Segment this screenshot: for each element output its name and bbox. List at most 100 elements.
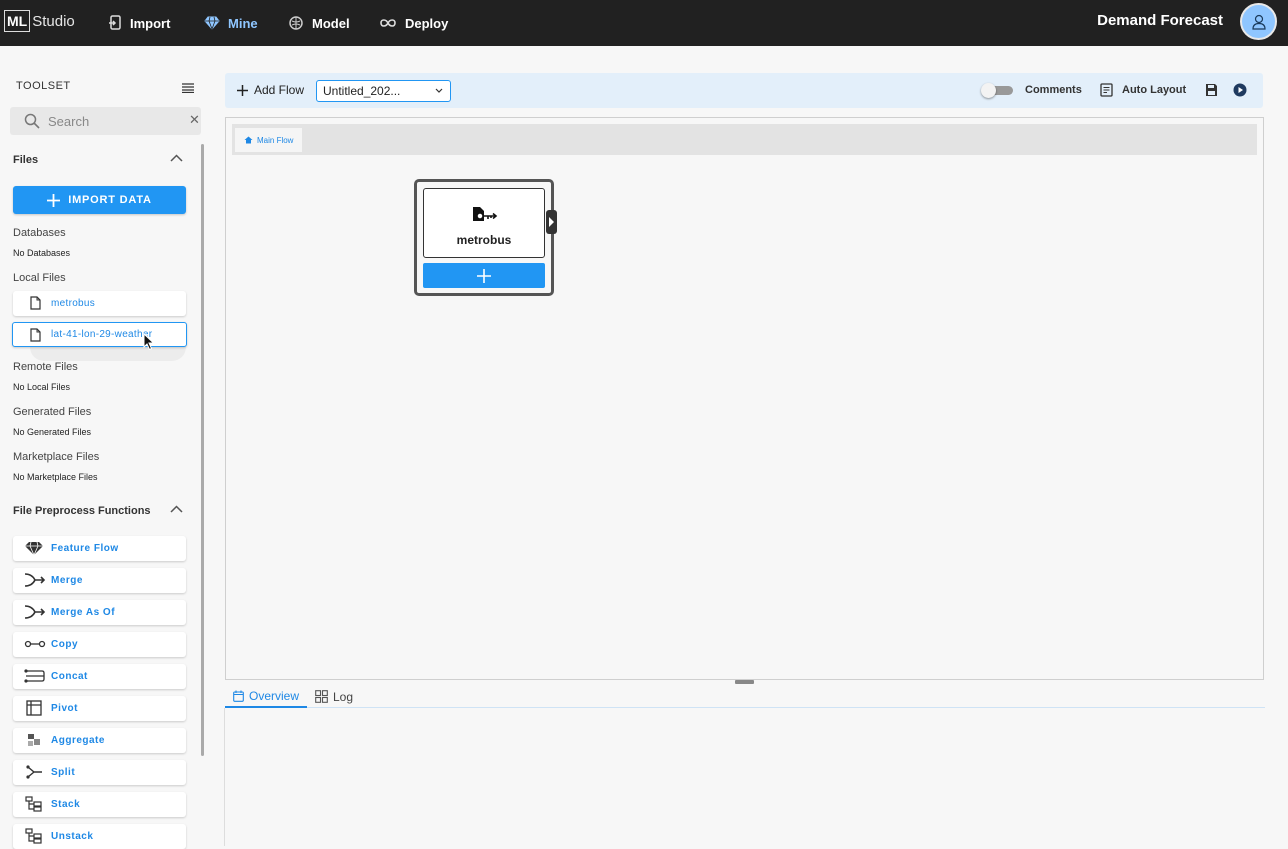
plus-icon (47, 193, 61, 207)
function-feature-flow[interactable]: Feature Flow (13, 536, 186, 561)
node-add-button[interactable] (423, 263, 545, 288)
function-unstack[interactable]: Unstack (13, 824, 186, 849)
flow-node[interactable]: metrobus (414, 179, 557, 296)
function-label: Aggregate (51, 735, 105, 746)
function-split[interactable]: Split (13, 760, 186, 785)
clear-search-icon[interactable]: ✕ (189, 112, 200, 128)
comments-label: Comments (1025, 84, 1082, 96)
local-file-item[interactable]: metrobus (13, 291, 186, 316)
local-file-item-selected[interactable]: lat-41-lon-29-weather (12, 322, 187, 347)
search-input[interactable] (48, 111, 168, 131)
local-files-label: Local Files (13, 272, 66, 284)
import-icon (109, 15, 121, 30)
toggle-knob (981, 83, 996, 98)
comments-toggle[interactable] (981, 83, 1013, 98)
unstack-icon (25, 828, 42, 844)
app-logo[interactable]: ML Studio (4, 9, 75, 33)
file-icon (30, 296, 41, 310)
logo-text: Studio (32, 12, 75, 30)
node-output-port[interactable] (546, 210, 557, 234)
flow-select[interactable]: Untitled_202... (316, 80, 451, 102)
nav-import-label: Import (130, 15, 171, 31)
brain-icon (289, 16, 303, 30)
chevron-right-icon (549, 217, 554, 227)
search-icon (24, 113, 40, 129)
tab-overview-label: Overview (249, 688, 300, 703)
generated-files-empty: No Generated Files (13, 427, 92, 437)
stack-icon (25, 796, 42, 812)
function-label: Copy (51, 639, 78, 650)
function-concat[interactable]: Concat (13, 664, 186, 689)
top-bar: ML Studio Import Mine Model Deploy Deman… (0, 0, 1288, 46)
breadcrumb-bar: Main Flow (232, 124, 1257, 155)
function-label: Concat (51, 671, 88, 682)
preprocess-section-header[interactable]: File Preprocess Functions (13, 505, 151, 517)
chevron-up-icon[interactable] (170, 154, 183, 162)
menu-icon[interactable] (182, 80, 194, 98)
add-flow-label: Add Flow (254, 83, 305, 97)
add-flow-button[interactable]: Add Flow (237, 83, 304, 97)
plus-icon (237, 84, 248, 96)
function-aggregate[interactable]: Aggregate (13, 728, 186, 753)
flow-toolbar: Add Flow Untitled_202... Comments Auto L… (225, 73, 1263, 108)
function-label: Merge (51, 575, 83, 586)
node-label: metrobus (456, 233, 512, 247)
generated-files-label: Generated Files (13, 406, 92, 418)
function-copy[interactable]: Copy (13, 632, 186, 657)
auto-layout-button[interactable]: Auto Layout (1100, 83, 1186, 97)
toolset-title: TOOLSET (16, 80, 71, 92)
function-merge-as-of[interactable]: Merge As Of (13, 600, 186, 625)
drag-shadow (30, 347, 186, 361)
calendar-icon (233, 690, 244, 702)
chevron-up-icon[interactable] (170, 505, 183, 513)
tab-log-label: Log (333, 689, 354, 704)
home-icon (244, 136, 253, 144)
mouse-cursor-icon (143, 333, 155, 351)
function-stack[interactable]: Stack (13, 792, 186, 817)
import-data-label: IMPORT DATA (68, 194, 152, 206)
databases-label: Databases (13, 227, 66, 239)
databases-empty: No Databases (13, 248, 71, 258)
function-label: Split (51, 767, 76, 778)
flow-canvas[interactable]: Main Flow metrobus (225, 117, 1264, 680)
local-file-label: lat-41-lon-29-weather (51, 329, 153, 340)
remote-files-empty: No Local Files (13, 382, 71, 392)
function-label: Feature Flow (51, 543, 119, 554)
function-pivot[interactable]: Pivot (13, 696, 186, 721)
pivot-icon (26, 700, 42, 716)
logo-mark: ML (4, 10, 31, 32)
aggregate-icon (28, 734, 40, 746)
files-section-header[interactable]: Files (13, 154, 38, 166)
function-label: Merge As Of (51, 607, 116, 618)
node-body[interactable]: metrobus (423, 188, 545, 258)
function-label: Stack (51, 799, 81, 810)
save-icon[interactable] (1205, 83, 1218, 97)
sidebar-scrollbar[interactable] (201, 144, 204, 756)
breadcrumb-main-flow[interactable]: Main Flow (235, 128, 303, 152)
chevron-down-icon (435, 88, 443, 93)
flow-select-value: Untitled_202... (323, 84, 401, 98)
tab-log[interactable]: Log (315, 685, 353, 708)
nav-deploy[interactable]: Deploy (379, 0, 448, 46)
remote-files-label: Remote Files (13, 361, 78, 373)
nav-mine[interactable]: Mine (204, 0, 258, 46)
play-icon[interactable] (1233, 83, 1247, 97)
panel-resize-handle[interactable] (735, 680, 754, 684)
nav-model[interactable]: Model (288, 0, 350, 46)
bottom-tabs: Overview Log (225, 685, 1265, 708)
plus-icon (477, 268, 491, 283)
import-data-button[interactable]: IMPORT DATA (13, 186, 186, 214)
user-avatar[interactable] (1240, 3, 1277, 40)
tab-overview[interactable]: Overview (225, 685, 308, 708)
copy-icon (24, 640, 46, 648)
breadcrumb-label: Main Flow (257, 135, 294, 145)
grid-icon (315, 690, 328, 703)
nav-mine-label: Mine (228, 15, 258, 31)
project-title: Demand Forecast (1097, 12, 1223, 29)
marketplace-files-empty: No Marketplace Files (13, 472, 98, 482)
search-box: ✕ (10, 107, 201, 135)
nav-import[interactable]: Import (108, 0, 170, 46)
function-merge[interactable]: Merge (13, 568, 186, 593)
file-key-icon (473, 207, 498, 221)
merge-icon (24, 573, 46, 587)
